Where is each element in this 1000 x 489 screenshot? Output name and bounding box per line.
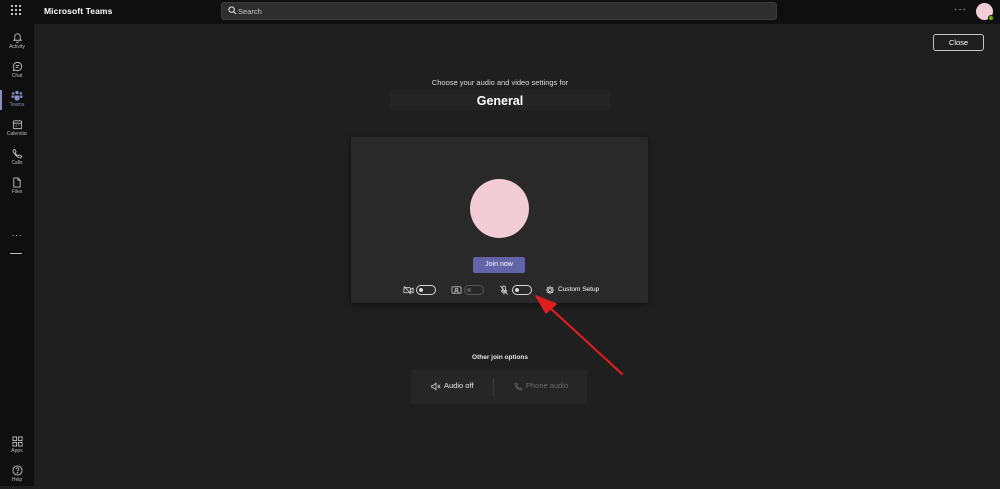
toggle-knob (515, 288, 519, 292)
rail-label: Files (11, 189, 23, 195)
help-icon (11, 465, 23, 476)
avatar (470, 179, 529, 238)
other-join-options-title: Other join options (472, 354, 528, 361)
speaker-off-icon (431, 381, 441, 391)
camera-off-icon (403, 286, 414, 295)
rail-label: Teams (9, 102, 25, 108)
rail-label: Apps (11, 448, 23, 454)
apps-icon (11, 436, 23, 447)
prejoin-subtitle: Choose your audio and video settings for (431, 78, 569, 87)
channel-name: General (390, 90, 610, 110)
search-input[interactable]: Search (221, 2, 777, 20)
rail-item-activity[interactable]: Activity (0, 28, 34, 56)
phone-audio-button[interactable]: Phone audio (514, 381, 568, 391)
more-apps-icon[interactable]: ··· (0, 230, 34, 240)
mic-off-icon (500, 285, 508, 295)
presence-status-icon (988, 15, 994, 21)
rail-label: Calendar (6, 131, 28, 137)
toggle-knob (419, 288, 423, 292)
app-launcher-icon[interactable] (9, 4, 23, 18)
device-controls: Custom Setup (351, 284, 648, 298)
audio-off-button[interactable]: Audio off (431, 381, 473, 391)
phone-audio-label: Phone audio (526, 381, 569, 390)
audio-off-label: Audio off (444, 381, 474, 390)
calendar-icon (12, 120, 22, 130)
mic-toggle[interactable] (512, 285, 532, 295)
background-effects-icon (451, 286, 462, 294)
app-title: Microsoft Teams (44, 6, 113, 16)
file-icon (13, 177, 21, 188)
rail-item-chat[interactable]: Chat (0, 57, 34, 85)
title-bar: Microsoft Teams Search ··· (0, 0, 1000, 24)
phone-icon (12, 148, 22, 159)
rail-label: Help (11, 477, 23, 483)
active-indicator (0, 90, 2, 110)
gear-icon[interactable] (545, 285, 555, 295)
custom-setup-button[interactable]: Custom Setup (558, 286, 599, 293)
avatar[interactable] (976, 3, 994, 21)
divider (493, 378, 494, 396)
rail-label: Calls (11, 160, 23, 166)
bell-icon (12, 33, 22, 43)
teams-icon (11, 90, 23, 101)
close-button[interactable]: Close (933, 34, 984, 51)
toggle-knob (467, 288, 471, 292)
chat-icon (12, 61, 22, 72)
more-options-icon[interactable]: ··· (954, 4, 967, 15)
rail-item-teams[interactable]: Teams (0, 86, 34, 114)
rail-item-help[interactable]: Help (0, 461, 34, 489)
app-rail: Activity Chat Teams Calendar Calls Files… (0, 24, 34, 486)
search-placeholder: Search (238, 7, 262, 16)
rail-label: Chat (11, 73, 23, 79)
video-preview: Join now Custom Setup (351, 137, 648, 303)
rail-item-calls[interactable]: Calls (0, 144, 34, 172)
join-now-button[interactable]: Join now (473, 257, 525, 273)
phone-icon (514, 382, 523, 390)
camera-toggle[interactable] (416, 285, 436, 295)
search-icon (228, 6, 237, 15)
rail-divider (10, 253, 22, 254)
rail-item-calendar[interactable]: Calendar (0, 115, 34, 143)
other-join-options: Audio off Phone audio (411, 370, 587, 404)
rail-label: Activity (9, 44, 25, 50)
rail-item-files[interactable]: Files (0, 173, 34, 201)
rail-item-apps[interactable]: Apps (0, 432, 34, 460)
background-effects-toggle[interactable] (464, 285, 484, 295)
